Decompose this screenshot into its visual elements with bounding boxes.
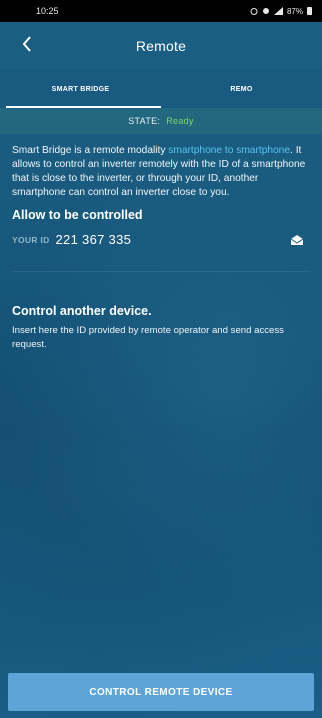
battery-percent: 87%: [286, 6, 303, 16]
section-divider: [12, 271, 310, 272]
control-another-title: Control another device.: [12, 304, 152, 318]
smartphone-to-smartphone-link[interactable]: smartphone to smartphone: [168, 145, 290, 156]
alarm-icon: [250, 8, 258, 15]
tab-bar: SMART BRIDGE REMO: [0, 70, 322, 108]
allow-controlled-title: Allow to be controlled: [12, 208, 143, 222]
main-content: Smart Bridge is a remote modality smartp…: [0, 134, 322, 351]
status-bar: 10:25 87%: [0, 0, 322, 22]
control-remote-device-button[interactable]: CONTROL REMOTE DEVICE: [8, 673, 314, 711]
your-id-value: 221 367 335: [55, 232, 132, 247]
description-part-1: Smart Bridge is a remote modality: [12, 145, 169, 156]
your-id-label: YOUR ID: [12, 234, 50, 245]
mail-icon[interactable]: [290, 234, 304, 246]
back-button[interactable]: [22, 33, 32, 57]
dnd-icon: [262, 8, 269, 14]
status-icons: 87%: [250, 7, 312, 16]
tab-label: SMART BRIDGE: [51, 85, 110, 93]
your-id-row: YOUR ID 221 367 335: [12, 232, 310, 247]
control-another-text: Insert here the ID provided by remote op…: [12, 325, 284, 350]
chevron-left-icon: [22, 36, 31, 52]
app-bar: Remote: [0, 22, 322, 70]
tab-smart-bridge[interactable]: SMART BRIDGE: [0, 70, 161, 108]
page-title: Remote: [135, 38, 187, 54]
status-time: 10:25: [36, 6, 59, 16]
signal-icon: [273, 7, 283, 15]
tab-remo[interactable]: REMO: [161, 70, 322, 108]
cta-label: CONTROL REMOTE DEVICE: [89, 686, 233, 698]
battery-icon: [307, 7, 312, 15]
state-row: STATE: Ready: [0, 108, 322, 134]
tab-label: REMO: [230, 85, 253, 93]
state-label: STATE:: [128, 116, 161, 126]
state-value: Ready: [166, 116, 194, 126]
remote-screen: 10:25 87% Remote SMART BRIDGE REMO STATE…: [0, 0, 322, 718]
description-text: Smart Bridge is a remote modality smartp…: [12, 144, 310, 200]
